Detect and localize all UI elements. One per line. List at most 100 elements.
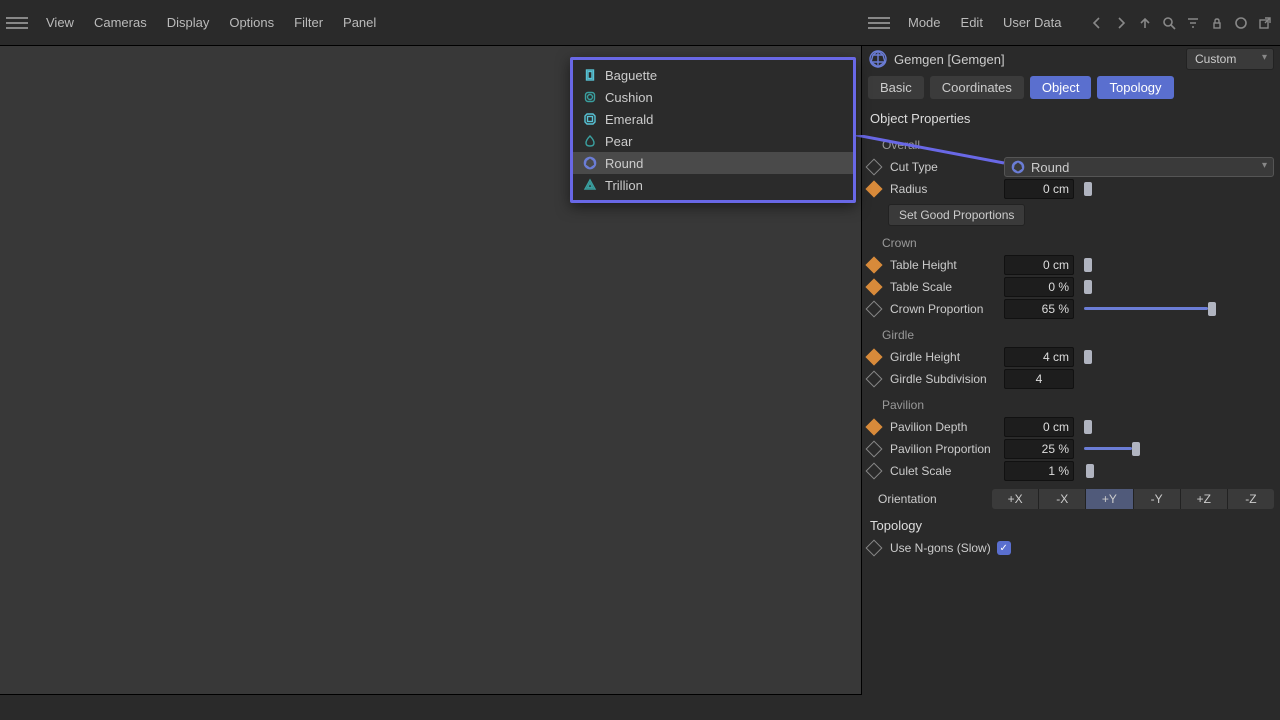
girdle-height-slider[interactable]: [1084, 347, 1274, 367]
viewport-menus: View Cameras Display Options Filter Pane…: [36, 11, 386, 34]
option-pear[interactable]: Pear: [573, 130, 853, 152]
menu-mode[interactable]: Mode: [898, 11, 951, 34]
keyframe-icon[interactable]: [866, 349, 883, 366]
prop-orientation: Orientation +X -X +Y -Y +Z -Z: [868, 488, 1274, 510]
label-table-scale: Table Scale: [890, 280, 998, 294]
tab-coordinates[interactable]: Coordinates: [930, 76, 1024, 99]
culet-scale-slider[interactable]: [1084, 461, 1274, 481]
menu-filter[interactable]: Filter: [284, 11, 333, 34]
girdle-subdivision-field[interactable]: 4: [1004, 369, 1074, 389]
keyframe-icon[interactable]: [866, 279, 883, 296]
pavilion-depth-field[interactable]: 0 cm: [1004, 417, 1074, 437]
option-round[interactable]: Round: [573, 152, 853, 174]
lock-icon[interactable]: [1208, 14, 1226, 32]
table-height-field[interactable]: 0 cm: [1004, 255, 1074, 275]
preset-label: Custom: [1195, 52, 1236, 66]
keyframe-icon[interactable]: [866, 441, 883, 458]
menu-cameras[interactable]: Cameras: [84, 11, 157, 34]
keyframe-icon[interactable]: [866, 257, 883, 274]
orient-plus-z[interactable]: +Z: [1181, 489, 1228, 509]
back-icon[interactable]: [1088, 14, 1106, 32]
up-icon[interactable]: [1136, 14, 1154, 32]
keyframe-icon[interactable]: [866, 419, 883, 436]
keyframe-icon[interactable]: [866, 371, 883, 388]
attr-hamburger-icon[interactable]: [868, 12, 890, 34]
option-label: Emerald: [605, 112, 653, 127]
use-ngons-checkbox[interactable]: ✓: [997, 541, 1011, 555]
cut-type-value: Round: [1031, 160, 1069, 175]
section-topology: Topology: [868, 510, 1274, 537]
filter-icon[interactable]: [1184, 14, 1202, 32]
menu-view[interactable]: View: [36, 11, 84, 34]
label-pavilion-depth: Pavilion Depth: [890, 420, 998, 434]
keyframe-icon[interactable]: [866, 159, 883, 176]
prop-radius: Radius 0 cm: [868, 178, 1274, 200]
cut-type-select[interactable]: Round: [1004, 157, 1274, 177]
radius-field[interactable]: 0 cm: [1004, 179, 1074, 199]
option-baguette[interactable]: Baguette: [573, 64, 853, 86]
label-crown-proportion: Crown Proportion: [890, 302, 998, 316]
orient-minus-x[interactable]: -X: [1039, 489, 1086, 509]
orient-minus-y[interactable]: -Y: [1134, 489, 1181, 509]
pavilion-proportion-field[interactable]: 25 %: [1004, 439, 1074, 459]
keyframe-icon[interactable]: [866, 463, 883, 480]
crown-proportion-field[interactable]: 65 %: [1004, 299, 1074, 319]
menu-user-data[interactable]: User Data: [993, 11, 1072, 34]
orient-plus-y[interactable]: +Y: [1086, 489, 1133, 509]
keyframe-icon[interactable]: [866, 540, 883, 557]
radius-slider[interactable]: [1084, 179, 1274, 199]
attribute-panel: Mode Edit User Data Gemgen [Gemgen] Cust…: [862, 0, 1280, 720]
girdle-height-field[interactable]: 4 cm: [1004, 347, 1074, 367]
group-pavilion: Pavilion: [868, 390, 1274, 416]
orient-minus-z[interactable]: -Z: [1228, 489, 1274, 509]
attribute-header: Mode Edit User Data: [862, 0, 1280, 46]
prop-table-scale: Table Scale 0 %: [868, 276, 1274, 298]
menu-edit[interactable]: Edit: [951, 11, 993, 34]
viewport-hamburger-icon[interactable]: [6, 12, 28, 34]
label-orientation: Orientation: [878, 492, 986, 506]
label-girdle-height: Girdle Height: [890, 350, 998, 364]
menu-display[interactable]: Display: [157, 11, 220, 34]
option-emerald[interactable]: Emerald: [573, 108, 853, 130]
option-label: Trillion: [605, 178, 643, 193]
prop-girdle-height: Girdle Height 4 cm: [868, 346, 1274, 368]
tab-topology[interactable]: Topology: [1097, 76, 1173, 99]
crown-proportion-slider[interactable]: [1084, 299, 1274, 319]
group-overall: Overall: [868, 130, 1274, 156]
forward-icon[interactable]: [1112, 14, 1130, 32]
tab-object[interactable]: Object: [1030, 76, 1092, 99]
table-height-slider[interactable]: [1084, 255, 1274, 275]
label-use-ngons: Use N-gons (Slow): [890, 541, 991, 555]
group-girdle: Girdle: [868, 320, 1274, 346]
gem-trillion-icon: [583, 178, 597, 192]
label-culet-scale: Culet Scale: [890, 464, 998, 478]
label-radius: Radius: [890, 182, 998, 196]
menu-panel[interactable]: Panel: [333, 11, 386, 34]
culet-scale-field[interactable]: 1 %: [1004, 461, 1074, 481]
popout-icon[interactable]: [1256, 14, 1274, 32]
menu-options[interactable]: Options: [219, 11, 284, 34]
option-cushion[interactable]: Cushion: [573, 86, 853, 108]
table-scale-field[interactable]: 0 %: [1004, 277, 1074, 297]
prop-use-ngons: Use N-gons (Slow) ✓: [868, 537, 1274, 559]
preset-select[interactable]: Custom: [1186, 48, 1274, 70]
orient-plus-x[interactable]: +X: [992, 489, 1039, 509]
option-trillion[interactable]: Trillion: [573, 174, 853, 196]
set-good-proportions-button[interactable]: Set Good Proportions: [888, 204, 1025, 226]
keyframe-icon[interactable]: [866, 301, 883, 318]
gem-icon: [868, 49, 888, 69]
group-crown: Crown: [868, 228, 1274, 254]
label-cut-type: Cut Type: [890, 160, 998, 174]
gem-small-icon: [1011, 160, 1025, 174]
pavilion-proportion-slider[interactable]: [1084, 439, 1274, 459]
prop-girdle-subdivision: Girdle Subdivision 4: [868, 368, 1274, 390]
pavilion-depth-slider[interactable]: [1084, 417, 1274, 437]
keyframe-icon[interactable]: [866, 181, 883, 198]
ring-icon[interactable]: [1232, 14, 1250, 32]
prop-pavilion-proportion: Pavilion Proportion 25 %: [868, 438, 1274, 460]
tab-basic[interactable]: Basic: [868, 76, 924, 99]
label-girdle-subdivision: Girdle Subdivision: [890, 372, 998, 386]
table-scale-slider[interactable]: [1084, 277, 1274, 297]
prop-culet-scale: Culet Scale 1 %: [868, 460, 1274, 482]
search-icon[interactable]: [1160, 14, 1178, 32]
